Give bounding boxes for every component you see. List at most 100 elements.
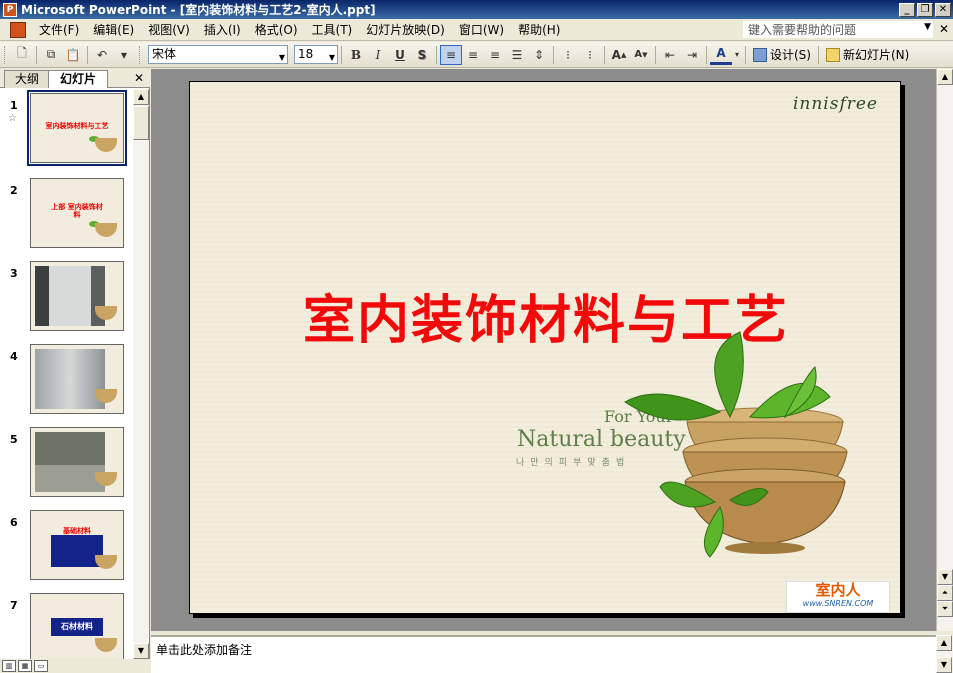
thumbnail-row[interactable]: 4 bbox=[0, 344, 132, 420]
menu-window[interactable]: 窗口(W) bbox=[452, 20, 511, 40]
toolbar-grip[interactable] bbox=[4, 45, 7, 64]
chevron-down-icon[interactable]: ▾ bbox=[732, 45, 742, 65]
font-name-select[interactable]: 宋体 ▼ bbox=[148, 45, 288, 64]
chevron-down-icon[interactable]: ▼ bbox=[924, 22, 931, 32]
room-photo bbox=[35, 266, 105, 326]
menu-help[interactable]: 帮助(H) bbox=[511, 20, 567, 40]
undo-icon[interactable]: ↶ bbox=[91, 45, 113, 65]
new-document-icon[interactable]: 🗋 bbox=[11, 45, 33, 65]
scroll-down-icon[interactable]: ▼ bbox=[133, 643, 149, 659]
document-icon[interactable] bbox=[10, 21, 26, 38]
tab-outline[interactable]: 大纲 bbox=[4, 70, 50, 88]
help-search-input[interactable]: 键入需要帮助的问题 bbox=[743, 21, 933, 38]
justify-icon[interactable]: ☰ bbox=[506, 45, 528, 65]
slideshow-icon[interactable]: ▭ bbox=[34, 660, 48, 672]
room-photo bbox=[35, 432, 105, 492]
font-color-icon[interactable]: A bbox=[710, 45, 732, 65]
scroll-up-icon[interactable]: ▲ bbox=[937, 69, 953, 85]
align-left-icon[interactable]: ≡ bbox=[440, 44, 462, 65]
notes-scrollbar[interactable]: ▲ ▼ bbox=[936, 635, 953, 673]
thumbnail-list: 1 ☆ 室内装饰材料与工艺 2 上部 室内装饰材料 3 4 5 6 基础材料 7… bbox=[0, 89, 132, 659]
thumbnail-scrollbar[interactable]: ▲ ▼ bbox=[133, 89, 149, 659]
current-slide[interactable]: innisfree 室内装饰材料与工艺 For Your Natural bea… bbox=[189, 81, 901, 614]
close-document-button[interactable]: ✕ bbox=[939, 22, 949, 36]
slide-thumbnail[interactable] bbox=[30, 344, 124, 414]
thumbnail-row[interactable]: 5 bbox=[0, 427, 132, 503]
restore-button[interactable]: ❐ bbox=[917, 2, 933, 17]
watermark-logo: 室内人 www.SNREN.COM bbox=[786, 581, 890, 613]
chevron-down-icon[interactable]: ▾ bbox=[113, 45, 135, 65]
slide-thumbnail[interactable]: 基础材料 bbox=[30, 510, 124, 580]
font-size-select[interactable]: 18 ▼ bbox=[294, 45, 338, 64]
new-slide-label: 新幻灯片(N) bbox=[842, 48, 910, 62]
align-center-icon[interactable]: ≡ bbox=[462, 45, 484, 65]
paste-icon[interactable]: 📋 bbox=[62, 45, 84, 65]
toolbar-separator bbox=[341, 45, 342, 64]
thumbnail-row[interactable]: 7 石材材料 bbox=[0, 593, 132, 659]
copy-icon[interactable]: ⧉ bbox=[40, 45, 62, 65]
tab-slides[interactable]: 幻灯片 bbox=[48, 70, 108, 88]
chevron-down-icon[interactable]: ▼ bbox=[279, 49, 285, 66]
scrollbar-thumb[interactable] bbox=[133, 106, 149, 140]
toolbar-separator bbox=[604, 45, 605, 64]
numbered-list-icon[interactable]: ⁝ bbox=[557, 45, 579, 65]
decrease-indent-icon[interactable]: ⇤ bbox=[659, 45, 681, 65]
bowl-graphic bbox=[95, 638, 117, 652]
italic-button[interactable]: I bbox=[367, 45, 389, 65]
shadow-button[interactable]: S bbox=[411, 45, 433, 65]
underline-button[interactable]: U bbox=[389, 45, 411, 65]
bold-button[interactable]: B bbox=[345, 45, 367, 65]
close-button[interactable]: ✕ bbox=[935, 2, 951, 17]
slide-number: 1 bbox=[10, 99, 18, 112]
thumbnail-row[interactable]: 2 上部 室内装饰材料 bbox=[0, 178, 132, 254]
slide-sorter-icon[interactable]: ▦ bbox=[18, 660, 32, 672]
slide-thumbnail[interactable]: 石材材料 bbox=[30, 593, 124, 659]
toolbar-separator bbox=[36, 45, 37, 64]
window-titlebar: P Microsoft PowerPoint - [室内装饰材料与工艺2-室内人… bbox=[0, 0, 953, 19]
thumbnail-row[interactable]: 1 ☆ 室内装饰材料与工艺 bbox=[0, 90, 132, 169]
thumbnail-row[interactable]: 6 基础材料 bbox=[0, 510, 132, 586]
powerpoint-app-icon[interactable]: P bbox=[3, 2, 17, 17]
notes-pane[interactable]: 单击此处添加备注 bbox=[151, 635, 936, 673]
chevron-down-icon[interactable]: ▼ bbox=[329, 49, 335, 66]
increase-font-icon[interactable]: A ▲ bbox=[608, 45, 630, 65]
line-spacing-icon[interactable]: ⇕ bbox=[528, 45, 550, 65]
decrease-font-icon[interactable]: A ▼ bbox=[630, 45, 652, 65]
editor-scrollbar[interactable]: ▲ ▼ ⏶ ⏷ bbox=[936, 69, 953, 631]
menu-format[interactable]: 格式(O) bbox=[248, 20, 305, 40]
close-icon[interactable]: ✕ bbox=[134, 71, 144, 85]
menu-view[interactable]: 视图(V) bbox=[141, 20, 197, 40]
thumbnail-row[interactable]: 3 bbox=[0, 261, 132, 337]
toolbar-separator bbox=[436, 45, 437, 64]
menu-tools[interactable]: 工具(T) bbox=[305, 20, 360, 40]
toolbar-grip[interactable] bbox=[139, 45, 142, 64]
bowl-graphic bbox=[95, 138, 117, 152]
previous-slide-icon[interactable]: ⏶ bbox=[937, 585, 953, 601]
design-label: 设计(S) bbox=[770, 48, 811, 62]
new-slide-button[interactable]: 新幻灯片(N) bbox=[822, 46, 913, 63]
scroll-up-icon[interactable]: ▲ bbox=[936, 635, 952, 651]
slide-thumbnail[interactable]: 上部 室内装饰材料 bbox=[30, 178, 124, 248]
scroll-up-icon[interactable]: ▲ bbox=[133, 89, 149, 105]
watermark-url: www.SNREN.COM bbox=[802, 599, 874, 608]
view-buttons: ▥ ▦ ▭ bbox=[0, 659, 150, 673]
window-title: Microsoft PowerPoint - [室内装饰材料与工艺2-室内人.p… bbox=[21, 3, 376, 17]
slide-thumbnail[interactable] bbox=[30, 261, 124, 331]
design-icon bbox=[753, 47, 767, 62]
slide-thumbnail[interactable] bbox=[30, 427, 124, 497]
minimize-button[interactable]: _ bbox=[899, 2, 915, 17]
next-slide-icon[interactable]: ⏷ bbox=[937, 601, 953, 617]
menu-file[interactable]: 文件(F) bbox=[32, 20, 86, 40]
increase-indent-icon[interactable]: ⇥ bbox=[681, 45, 703, 65]
menu-bar: 文件(F) 编辑(E) 视图(V) 插入(I) 格式(O) 工具(T) 幻灯片放… bbox=[0, 19, 953, 41]
bullet-list-icon[interactable]: ⁝ bbox=[579, 45, 601, 65]
slide-thumbnail[interactable]: 室内装饰材料与工艺 bbox=[27, 90, 127, 166]
menu-insert[interactable]: 插入(I) bbox=[197, 20, 248, 40]
menu-slideshow[interactable]: 幻灯片放映(D) bbox=[359, 20, 452, 40]
scroll-down-icon[interactable]: ▼ bbox=[936, 657, 952, 673]
menu-edit[interactable]: 编辑(E) bbox=[86, 20, 141, 40]
align-right-icon[interactable]: ≡ bbox=[484, 45, 506, 65]
normal-view-icon[interactable]: ▥ bbox=[2, 660, 16, 672]
scroll-down-icon[interactable]: ▼ bbox=[937, 569, 953, 585]
design-button[interactable]: 设计(S) bbox=[749, 46, 815, 63]
